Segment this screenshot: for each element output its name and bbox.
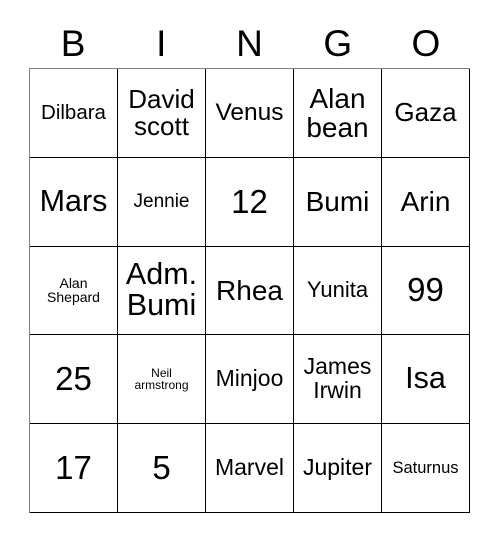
- bingo-cell-label: James Irwin: [303, 353, 372, 404]
- bingo-cell-label: 5: [152, 448, 171, 486]
- bingo-cell[interactable]: Jupiter: [294, 424, 382, 513]
- bingo-grid: Dilbara David scott Venus Alan bean Gaza…: [29, 68, 470, 513]
- bingo-cell-label: Adm. Bumi: [125, 256, 198, 323]
- bingo-card: B I N G O Dilbara David scott Venus Alan…: [0, 0, 500, 544]
- bingo-cell-label: 17: [55, 448, 92, 486]
- bingo-cell-label: Bumi: [305, 186, 370, 218]
- bingo-row: 17 5 Marvel Jupiter Saturnus: [30, 424, 470, 513]
- bingo-cell-label: Dilbara: [41, 101, 106, 125]
- bingo-cell[interactable]: James Irwin: [294, 335, 382, 425]
- bingo-header-row: B I N G O: [29, 18, 470, 68]
- bingo-cell[interactable]: Saturnus: [382, 424, 470, 513]
- bingo-cell[interactable]: Bumi: [294, 157, 382, 247]
- bingo-cell[interactable]: Rhea: [206, 246, 294, 336]
- bingo-cell-label: Marvel: [214, 454, 284, 481]
- bingo-cell[interactable]: 12: [206, 157, 294, 247]
- bingo-cell[interactable]: Yunita: [294, 246, 382, 336]
- bingo-cell-label: Venus: [215, 99, 284, 127]
- bingo-cell-label: Saturnus: [392, 458, 459, 477]
- bingo-cell-label: Jennie: [133, 190, 190, 212]
- bingo-cell-label: Gaza: [394, 97, 457, 128]
- bingo-cell-label: Jupiter: [302, 454, 373, 481]
- bingo-cell-label: David scott: [128, 83, 195, 141]
- bingo-header-letter-o: O: [411, 22, 441, 64]
- bingo-cell-label: Arin: [400, 186, 451, 218]
- bingo-row: Dilbara David scott Venus Alan bean Gaza: [30, 69, 470, 158]
- bingo-cell[interactable]: David scott: [118, 69, 206, 158]
- bingo-cell-label: 12: [231, 182, 268, 220]
- bingo-cell[interactable]: 25: [30, 335, 118, 425]
- bingo-cell-label: Rhea: [216, 274, 283, 306]
- bingo-cell[interactable]: Neil armstrong: [118, 335, 206, 425]
- bingo-cell[interactable]: Dilbara: [30, 69, 118, 158]
- bingo-cell[interactable]: 17: [30, 424, 118, 513]
- bingo-cell-label: 25: [55, 360, 92, 398]
- bingo-cell[interactable]: Alan Shepard: [30, 246, 118, 336]
- bingo-header-letter-i: I: [156, 22, 167, 64]
- bingo-row: 25 Neil armstrong Minjoo James Irwin Isa: [30, 335, 470, 425]
- bingo-header-letter-b: B: [60, 22, 86, 64]
- bingo-cell-label: Alan Shepard: [47, 274, 100, 306]
- bingo-row: Alan Shepard Adm. Bumi Rhea Yunita 99: [30, 246, 470, 336]
- bingo-row: Mars Jennie 12 Bumi Arin: [30, 157, 470, 247]
- bingo-cell[interactable]: Mars: [30, 157, 118, 247]
- bingo-cell[interactable]: Alan bean: [294, 69, 382, 158]
- bingo-cell[interactable]: Arin: [382, 157, 470, 247]
- bingo-cell-label: 99: [407, 271, 444, 309]
- bingo-cell-label: Mars: [39, 183, 108, 218]
- bingo-cell-label: Isa: [405, 361, 446, 396]
- bingo-cell-label: Minjoo: [215, 365, 284, 392]
- bingo-header-letter-g: G: [323, 22, 353, 64]
- bingo-cell-label: Neil armstrong: [134, 365, 189, 393]
- bingo-cell[interactable]: Adm. Bumi: [118, 246, 206, 336]
- bingo-cell[interactable]: 5: [118, 424, 206, 513]
- bingo-cell[interactable]: 99: [382, 246, 470, 336]
- bingo-cell[interactable]: Isa: [382, 335, 470, 425]
- bingo-cell[interactable]: Minjoo: [206, 335, 294, 425]
- bingo-cell-label: Yunita: [306, 277, 369, 303]
- bingo-cell[interactable]: Gaza: [382, 69, 470, 158]
- bingo-cell-label: Alan bean: [306, 82, 369, 143]
- bingo-cell[interactable]: Marvel: [206, 424, 294, 513]
- bingo-cell[interactable]: Venus: [206, 69, 294, 158]
- bingo-cell[interactable]: Jennie: [118, 157, 206, 247]
- bingo-header-letter-n: N: [236, 22, 263, 64]
